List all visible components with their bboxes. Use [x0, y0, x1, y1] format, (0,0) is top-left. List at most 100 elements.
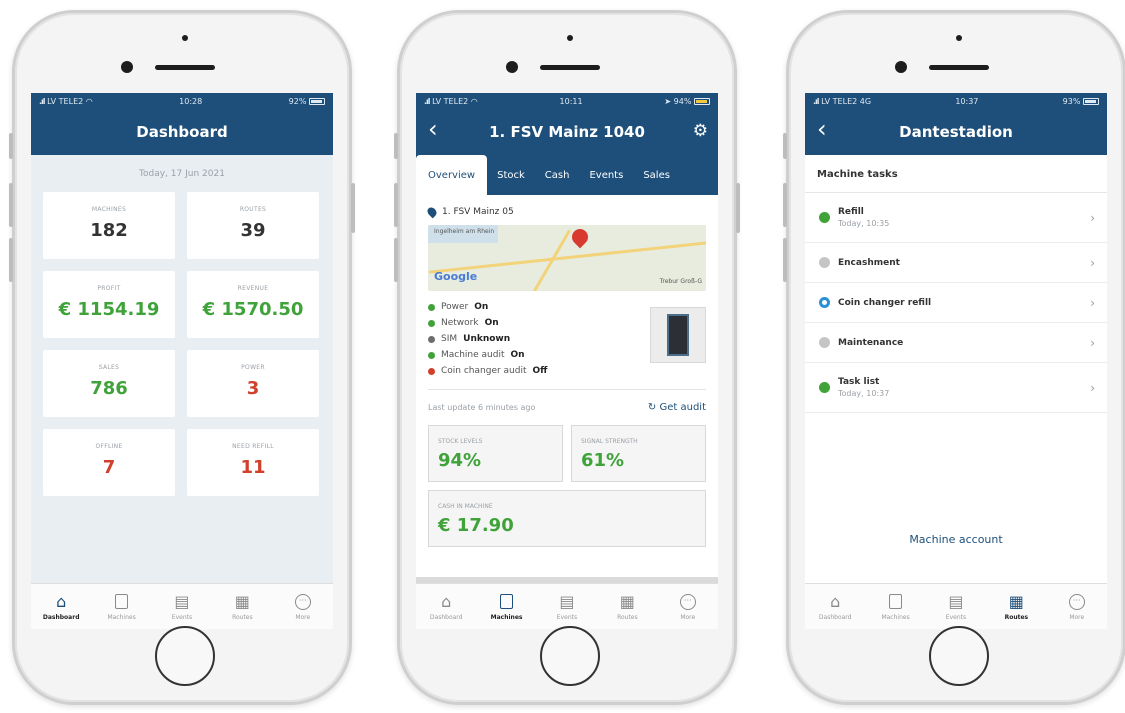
machine-tasks-screen: .ıl LV TELE2 4G 10:37 93% ‹ Dantestadion… [805, 93, 1107, 629]
map-town-label: Ingelheim am Rhein [434, 228, 495, 235]
subtab-sales[interactable]: Sales [633, 155, 680, 195]
tab-machines[interactable]: Machines [94, 593, 150, 621]
battery-percent: 94% [673, 96, 692, 106]
tab-label: Machines [881, 613, 910, 621]
tab-more[interactable]: ··· More [660, 593, 716, 621]
battery-percent: 93% [1062, 96, 1081, 106]
home-icon: ⌂ [441, 591, 452, 611]
status-dot-icon [428, 351, 435, 359]
machine-account-link[interactable]: Machine account [805, 533, 1107, 546]
status-dot-icon [428, 303, 435, 311]
earpiece [155, 65, 215, 70]
nav-bar: Dashboard [31, 109, 333, 155]
last-update-text: Last update 6 minutes ago [428, 403, 536, 412]
stats-row: STOCK LEVELS 94% SIGNAL STRENGTH 61% [428, 425, 706, 482]
kpi-card-machines[interactable]: MACHINES 182 [43, 192, 175, 259]
tab-machines[interactable]: Machines [479, 593, 535, 621]
status-bar: .ıl LV TELE2 4G 10:37 93% [805, 93, 1107, 109]
tab-label: Dashboard [42, 613, 80, 621]
task-refill[interactable]: Refill Today, 10:35 › [805, 193, 1107, 243]
subtab-cash[interactable]: Cash [535, 155, 580, 195]
subtab-overview[interactable]: Overview [416, 155, 488, 195]
task-task-list[interactable]: Task list Today, 10:37 › [805, 363, 1107, 413]
power-button [351, 183, 355, 233]
machine-overview-screen: .ıl LV TELE2 ◠ 10:11 ➤ 94% ‹ 1. FSV Main… [416, 93, 718, 629]
tab-events[interactable]: ▤ Events [539, 592, 595, 621]
kpi-card-offline[interactable]: OFFLINE 7 [43, 429, 175, 496]
location-arrow-icon: ➤ [664, 96, 672, 106]
check-circle-icon [819, 212, 830, 223]
tab-dashboard[interactable]: ⌂ Dashboard [33, 592, 89, 621]
events-icon: ▤ [174, 591, 190, 611]
get-audit-button[interactable]: ↻ Get audit [648, 402, 706, 413]
status-dot-icon [428, 367, 435, 375]
status-label: Power [441, 302, 469, 312]
earpiece [929, 65, 989, 70]
chevron-right-icon: › [1090, 295, 1095, 310]
tab-events[interactable]: ▤ Events [928, 591, 984, 621]
back-chevron-icon[interactable]: ‹ [817, 117, 827, 141]
tab-label: Routes [617, 613, 638, 621]
tab-bar: ⌂ Dashboard Machines ▤ Events ▦ Routes ··· M… [31, 583, 333, 629]
tab-events[interactable]: ▤ Events [154, 591, 210, 621]
status-bar: .ıl LV TELE2 ◠ 10:11 ➤ 94% [416, 93, 718, 109]
earpiece [540, 65, 600, 70]
status-value: Unknown [463, 334, 511, 344]
status-label: Network [441, 318, 479, 328]
tab-machines[interactable]: Machines [868, 593, 924, 621]
task-time: Today, 10:37 [838, 389, 890, 398]
front-camera [895, 61, 907, 73]
volume-up-button [394, 183, 398, 227]
phone-machine-overview: .ıl LV TELE2 ◠ 10:11 ➤ 94% ‹ 1. FSV Main… [394, 10, 740, 705]
location-pin-icon [425, 205, 439, 219]
tab-more[interactable]: ··· More [1049, 593, 1105, 621]
kpi-card-revenue[interactable]: REVENUE € 1570.50 [187, 271, 319, 338]
task-coin-changer-refill[interactable]: Coin changer refill › [805, 283, 1107, 323]
location-map[interactable]: Ingelheim am Rhein Google Trebur Groß-G [428, 225, 706, 291]
home-button[interactable] [929, 626, 989, 686]
tab-dashboard[interactable]: ⌂ Dashboard [807, 592, 863, 621]
kpi-card-sales[interactable]: SALES 786 [43, 350, 175, 417]
kpi-label: REVENUE [237, 285, 269, 292]
signal-strength-card[interactable]: SIGNAL STRENGTH 61% [571, 425, 706, 482]
back-chevron-icon[interactable]: ‹ [428, 117, 438, 141]
stat-label: SIGNAL STRENGTH [581, 438, 638, 445]
tab-label: More [680, 613, 696, 621]
battery-icon [308, 97, 325, 105]
tab-routes[interactable]: ▦ Routes [988, 592, 1044, 621]
tab-routes[interactable]: ▦ Routes [214, 592, 270, 621]
chevron-right-icon: › [1090, 210, 1095, 225]
status-sim: SIM Unknown [428, 331, 547, 347]
events-icon: ▤ [948, 591, 964, 611]
task-name: Refill [838, 207, 864, 217]
cash-in-machine-card[interactable]: CASH IN MACHINE € 17.90 [428, 490, 706, 547]
stock-levels-card[interactable]: STOCK LEVELS 94% [428, 425, 563, 482]
machine-photo[interactable] [650, 307, 706, 363]
status-value: Off [532, 366, 548, 376]
more-icon: ··· [679, 593, 697, 611]
carrier-label: LV TELE2 [432, 96, 469, 106]
gear-icon[interactable]: ⚙ [693, 121, 708, 141]
front-sensor [956, 35, 962, 41]
tab-more[interactable]: ··· More [275, 593, 331, 621]
kpi-card-routes[interactable]: ROUTES 39 [187, 192, 319, 259]
home-button[interactable] [540, 626, 600, 686]
status-value: On [474, 302, 489, 312]
pending-circle-icon [819, 257, 830, 268]
subtab-stock[interactable]: Stock [487, 155, 535, 195]
status-time: 10:28 [179, 96, 203, 106]
refresh-icon: ↻ [647, 402, 657, 413]
battery-percent: 92% [288, 96, 307, 106]
task-maintenance[interactable]: Maintenance › [805, 323, 1107, 363]
home-button[interactable] [155, 626, 215, 686]
in-progress-circle-icon [819, 297, 830, 308]
tab-label: Dashboard [429, 613, 463, 621]
subtab-events[interactable]: Events [579, 155, 633, 195]
kpi-card-profit[interactable]: PROFIT € 1154.19 [43, 271, 175, 338]
tab-routes[interactable]: ▦ Routes [599, 592, 655, 621]
kpi-card-need-refill[interactable]: NEED REFILL 11 [187, 429, 319, 496]
task-encashment[interactable]: Encashment › [805, 243, 1107, 283]
tab-dashboard[interactable]: ⌂ Dashboard [418, 591, 474, 621]
kpi-card-power[interactable]: POWER 3 [187, 350, 319, 417]
battery-icon [693, 97, 710, 105]
